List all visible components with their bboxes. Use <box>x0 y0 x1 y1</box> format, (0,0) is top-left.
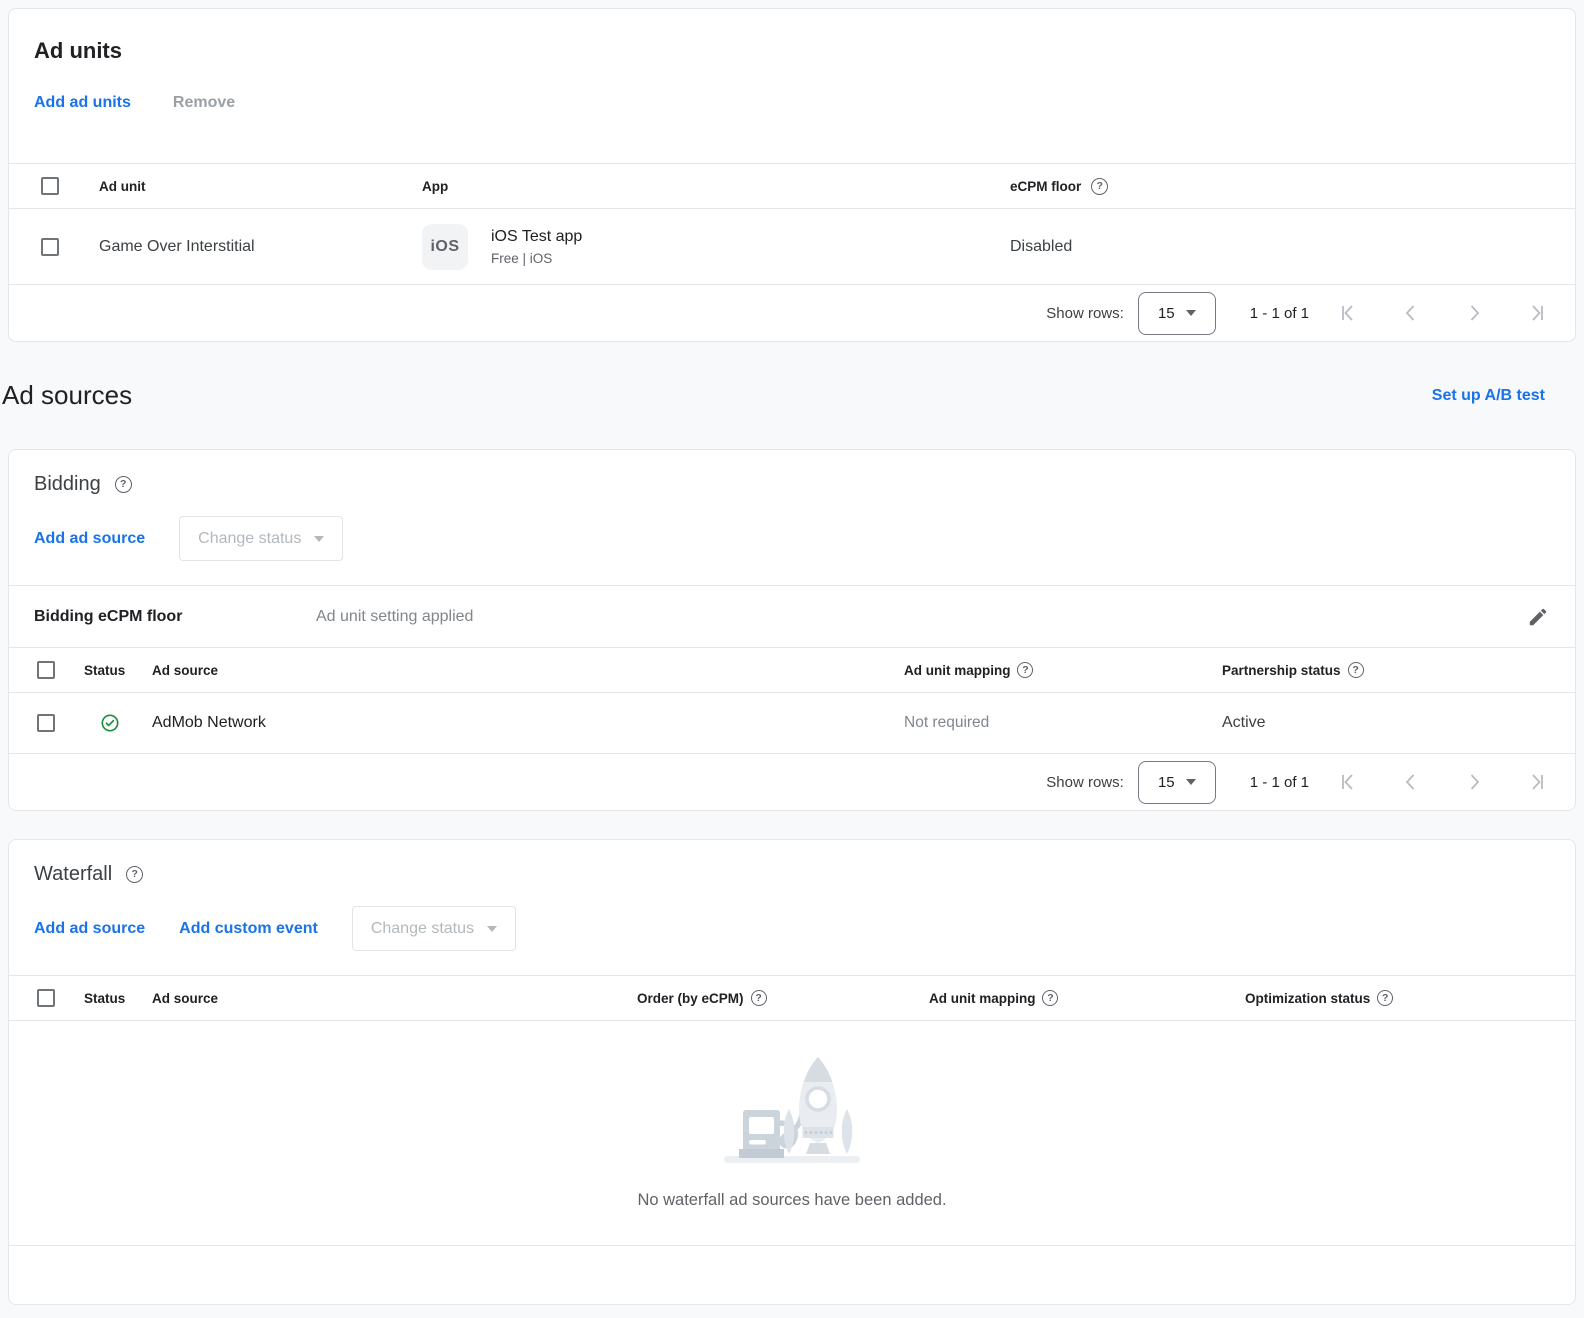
ad-unit-row: Game Over Interstitial iOS iOS Test app … <box>9 208 1575 284</box>
column-app: App <box>422 179 448 194</box>
caret-down-icon <box>487 926 497 932</box>
chevron-right-icon[interactable] <box>1462 770 1486 794</box>
pagination-range: 1 - 1 of 1 <box>1250 305 1309 322</box>
last-page-icon[interactable] <box>1525 301 1549 325</box>
page-size-select[interactable]: 15 <box>1138 761 1216 804</box>
ad-unit-mapping-help-icon[interactable] <box>1042 990 1058 1006</box>
waterfall-empty-state: No waterfall ad sources have been added. <box>9 1020 1575 1245</box>
bidding-ad-source-name: AdMob Network <box>152 714 266 732</box>
rocket-fueling-illustration <box>716 1051 868 1169</box>
page-size-value: 15 <box>1158 305 1175 322</box>
last-page-icon[interactable] <box>1525 770 1549 794</box>
column-ad-source: Ad source <box>152 991 218 1006</box>
add-custom-event-button[interactable]: Add custom event <box>179 920 318 938</box>
pagination-range: 1 - 1 of 1 <box>1250 774 1309 791</box>
bidding-title: Bidding <box>34 473 101 496</box>
add-ad-units-button[interactable]: Add ad units <box>34 94 131 112</box>
bidding-pagination: Show rows: 15 1 - 1 of 1 <box>9 753 1575 810</box>
ad-unit-mapping-help-icon[interactable] <box>1017 662 1033 678</box>
edit-pencil-icon[interactable] <box>1527 606 1549 628</box>
order-help-icon[interactable] <box>751 990 767 1006</box>
waterfall-title: Waterfall <box>34 863 112 886</box>
waterfall-footer <box>9 1245 1575 1304</box>
ad-unit-name: Game Over Interstitial <box>99 238 255 256</box>
caret-down-icon <box>1186 310 1196 316</box>
page-size-value: 15 <box>1158 774 1175 791</box>
bidding-row-checkbox[interactable] <box>37 714 55 732</box>
waterfall-help-icon[interactable] <box>126 866 143 883</box>
ad-units-actions: Add ad units Remove <box>34 91 1550 115</box>
optimization-status-help-icon[interactable] <box>1377 990 1393 1006</box>
ad-units-select-all-checkbox[interactable] <box>41 177 59 195</box>
waterfall-empty-message: No waterfall ad sources have been added. <box>9 1191 1575 1210</box>
column-status: Status <box>84 663 125 678</box>
column-ad-unit-mapping: Ad unit mapping <box>904 663 1010 678</box>
show-rows-label: Show rows: <box>1046 774 1124 791</box>
chevron-left-icon[interactable] <box>1399 301 1423 325</box>
waterfall-change-status-button[interactable]: Change status <box>352 906 516 951</box>
caret-down-icon <box>314 536 324 542</box>
change-status-label: Change status <box>371 920 474 938</box>
bidding-add-ad-source-button[interactable]: Add ad source <box>34 530 145 548</box>
app-icon: iOS <box>422 224 468 270</box>
first-page-icon[interactable] <box>1336 770 1360 794</box>
bidding-row: AdMob Network Not required Active <box>9 692 1575 753</box>
ad-units-table-header: Ad unit App eCPM floor <box>9 163 1575 208</box>
ad-units-title: Ad units <box>34 38 1550 64</box>
column-optimization-status: Optimization status <box>1245 991 1370 1006</box>
remove-button[interactable]: Remove <box>173 94 235 112</box>
ecpm-floor-value: Disabled <box>1010 238 1072 256</box>
ecpm-floor-help-icon[interactable] <box>1091 178 1108 195</box>
caret-down-icon <box>1186 779 1196 785</box>
ad-sources-title: Ad sources <box>2 380 132 411</box>
app-meta: Free | iOS <box>491 249 582 268</box>
first-page-icon[interactable] <box>1336 301 1360 325</box>
ad-unit-row-checkbox[interactable] <box>41 238 59 256</box>
column-partnership-status: Partnership status <box>1222 663 1341 678</box>
bidding-card: Bidding Add ad source Change status Bidd… <box>8 449 1576 811</box>
bidding-ecpm-floor-value: Ad unit setting applied <box>316 608 1527 626</box>
ad-sources-section-header: Ad sources Set up A/B test <box>0 342 1584 449</box>
column-ad-source: Ad source <box>152 663 218 678</box>
status-active-check-icon <box>100 713 120 733</box>
change-status-label: Change status <box>198 530 301 548</box>
column-ad-unit: Ad unit <box>99 179 146 194</box>
waterfall-add-ad-source-button[interactable]: Add ad source <box>34 920 145 938</box>
column-ecpm-floor: eCPM floor <box>1010 179 1081 194</box>
column-status: Status <box>84 991 125 1006</box>
show-rows-label: Show rows: <box>1046 305 1124 322</box>
column-order-by-ecpm: Order (by eCPM) <box>637 991 744 1006</box>
partnership-status-help-icon[interactable] <box>1348 662 1364 678</box>
setup-ab-test-link[interactable]: Set up A/B test <box>1432 387 1545 405</box>
bidding-ecpm-floor-label: Bidding eCPM floor <box>34 608 316 626</box>
bidding-partnership-value: Active <box>1222 714 1266 732</box>
ad-units-card: Ad units Add ad units Remove Ad unit App… <box>8 8 1576 342</box>
bidding-select-all-checkbox[interactable] <box>37 661 55 679</box>
chevron-right-icon[interactable] <box>1462 301 1486 325</box>
column-ad-unit-mapping: Ad unit mapping <box>929 991 1035 1006</box>
app-name: iOS Test app <box>491 226 582 248</box>
waterfall-table-header: Status Ad source Order (by eCPM) Ad unit… <box>9 975 1575 1020</box>
ad-units-pagination: Show rows: 15 1 - 1 of 1 <box>9 284 1575 341</box>
bidding-table-header: Status Ad source Ad unit mapping Partner… <box>9 647 1575 692</box>
bidding-help-icon[interactable] <box>115 476 132 493</box>
waterfall-card: Waterfall Add ad source Add custom event… <box>8 839 1576 1305</box>
bidding-mapping-value: Not required <box>904 714 989 732</box>
waterfall-select-all-checkbox[interactable] <box>37 989 55 1007</box>
bidding-change-status-button[interactable]: Change status <box>179 516 343 561</box>
chevron-left-icon[interactable] <box>1399 770 1423 794</box>
bidding-ecpm-floor-row: Bidding eCPM floor Ad unit setting appli… <box>9 585 1575 647</box>
page-size-select[interactable]: 15 <box>1138 292 1216 335</box>
